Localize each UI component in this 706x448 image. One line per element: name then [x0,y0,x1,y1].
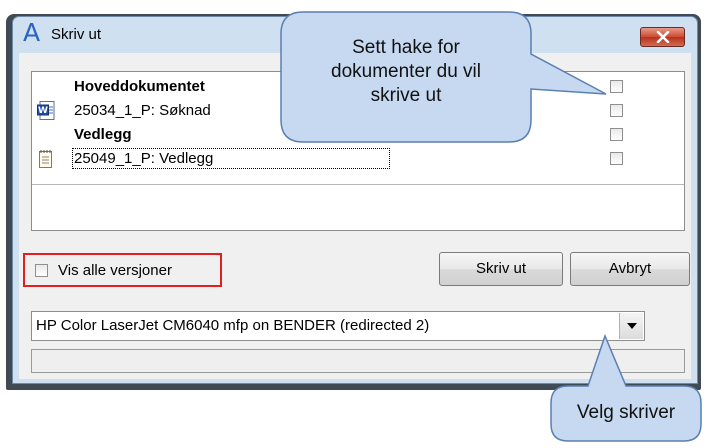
printer-dropdown-toggle[interactable] [619,313,643,339]
list-item: Vedlegg [32,124,684,146]
window-title: Skriv ut [51,26,102,43]
group-header-main-document: Hoveddokumentet [74,78,205,95]
document-name: 25049_1_P: Vedlegg [71,148,391,169]
document-checkbox[interactable] [610,152,623,165]
printer-dropdown[interactable]: HP Color LaserJet CM6040 mfp on BENDER (… [31,311,645,341]
document-checkbox[interactable] [610,104,623,117]
document-name: 25034_1_P: Søknad [74,102,211,119]
printer-hint-text: Velg skriver [576,402,676,423]
checkbox-hint-text: Sett hake for dokumenter du vil skrive u… [284,36,528,108]
status-bar [31,349,685,373]
select-attachments-group-checkbox[interactable] [610,128,623,141]
notepad-document-icon [39,150,52,168]
word-document-icon: W [37,101,55,120]
select-main-document-group-checkbox[interactable] [610,80,623,93]
app-logo-icon: A [23,18,41,47]
print-button[interactable]: Skriv ut [439,252,563,286]
show-all-versions-checkbox[interactable] [35,264,48,277]
svg-text:W: W [38,106,48,116]
checkbox-hint-line: skrive ut [370,85,442,106]
checkbox-hint-line: Sett hake for [352,37,460,58]
list-item[interactable]: 25049_1_P: Vedlegg [32,148,684,170]
show-all-versions-label: Vis alle versjoner [58,262,172,279]
printer-dropdown-value: HP Color LaserJet CM6040 mfp on BENDER (… [36,317,430,334]
chevron-down-icon [627,323,637,329]
close-icon [656,31,670,43]
list-divider [32,184,684,185]
group-header-attachments: Vedlegg [74,126,132,143]
close-button[interactable] [640,27,685,47]
checkbox-hint-line: dokumenter du vil [331,61,481,82]
cancel-button[interactable]: Avbryt [570,252,690,286]
show-all-versions-option[interactable]: Vis alle versjoner [23,253,222,287]
